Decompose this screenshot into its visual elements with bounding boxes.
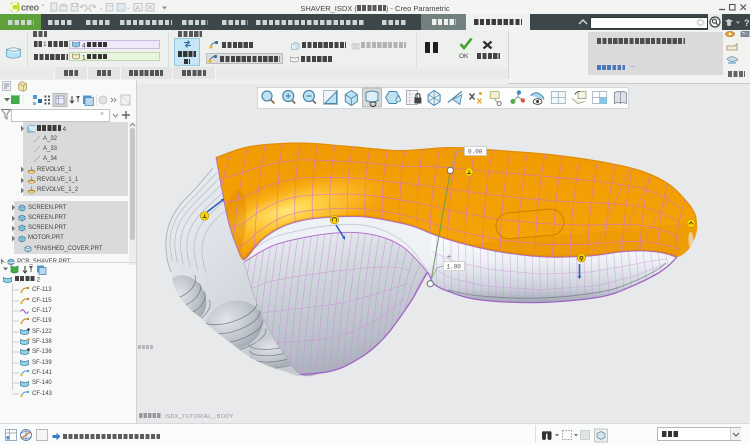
svg-text:?: ? [744, 18, 750, 28]
svg-text:0.00: 0.00 [468, 149, 483, 156]
svg-text:1.00: 1.00 [447, 264, 462, 271]
